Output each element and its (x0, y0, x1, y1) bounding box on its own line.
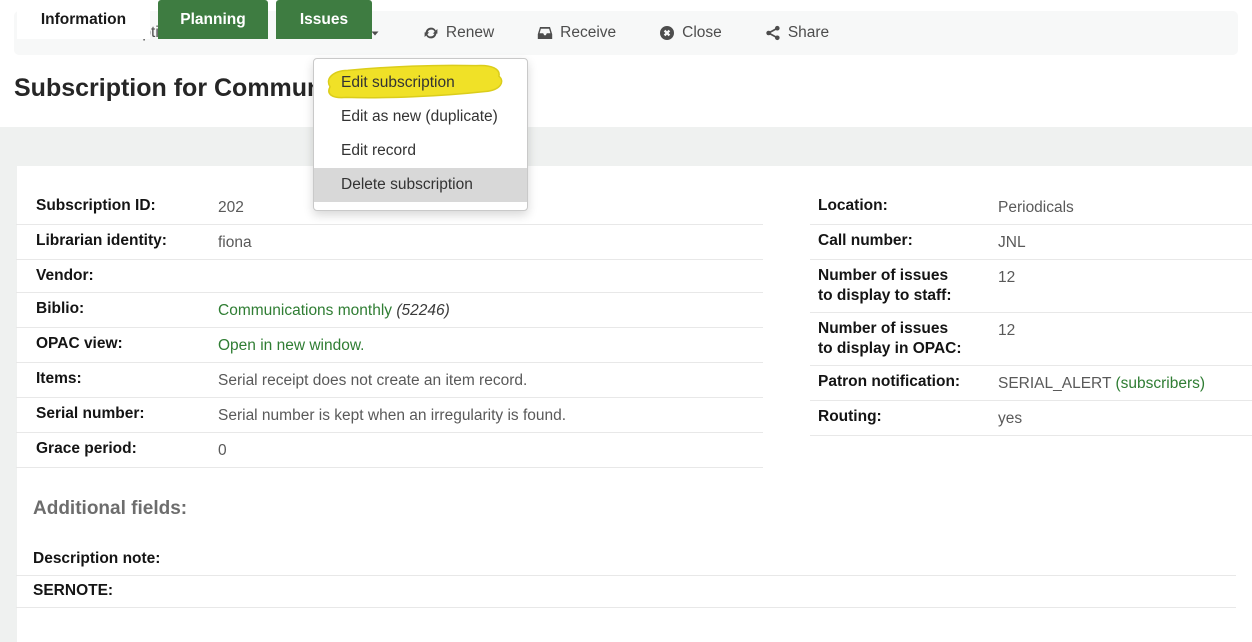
renew-button[interactable]: Renew (423, 24, 494, 42)
row-call-number: Call number: JNL (810, 225, 1252, 260)
row-opac-view: OPAC view: Open in new window. (16, 328, 763, 363)
tab-information[interactable]: Information (17, 0, 150, 39)
row-vendor: Vendor: (16, 260, 763, 293)
field-value: 12 (998, 266, 1252, 288)
field-value: Communications monthly (52246) (218, 299, 763, 321)
row-librarian-identity: Librarian identity: fiona (16, 225, 763, 260)
field-label: Routing: (818, 407, 963, 427)
menu-item-edit-subscription[interactable]: Edit subscription (314, 66, 527, 100)
additional-fields-heading: Additional fields: (16, 498, 1236, 520)
renew-label: Renew (446, 24, 494, 42)
tab-planning-label: Planning (180, 11, 245, 29)
field-value: 12 (998, 319, 1252, 341)
tab-bar (0, 127, 1252, 166)
field-label: Serial number: (36, 404, 218, 424)
edit-dropdown-menu: Edit subscription Edit as new (duplicate… (313, 58, 528, 211)
field-label: Items: (36, 369, 218, 389)
field-value (218, 266, 763, 268)
row-grace-period: Grace period: 0 (16, 433, 763, 468)
subscription-details-left: Subscription ID: 202 Librarian identity:… (16, 190, 763, 468)
opac-view-link[interactable]: Open in new window. (218, 337, 364, 354)
biblio-link[interactable]: Communications monthly (218, 302, 392, 319)
field-label: Biblio: (36, 299, 218, 319)
menu-item-label: Edit as new (duplicate) (341, 108, 498, 125)
tab-issues-label: Issues (300, 11, 348, 29)
field-value: Serial number is kept when an irregulari… (218, 404, 763, 426)
times-circle-icon (659, 25, 675, 41)
share-icon (765, 25, 781, 41)
field-label: Grace period: (36, 439, 218, 459)
field-label: Number of issues to display in OPAC: (818, 319, 963, 359)
receive-label: Receive (560, 24, 616, 42)
field-value: Periodicals (998, 196, 1252, 218)
receive-button[interactable]: Receive (537, 24, 616, 42)
share-label: Share (788, 24, 829, 42)
field-label: Vendor: (36, 266, 218, 286)
field-label: Patron notification: (818, 372, 963, 392)
row-issues-opac: Number of issues to display in OPAC: 12 (810, 313, 1252, 366)
subscribers-link[interactable]: (subscribers) (1115, 375, 1205, 392)
row-items: Items: Serial receipt does not create an… (16, 363, 763, 398)
tab-information-label: Information (41, 11, 126, 29)
notification-code: SERIAL_ALERT (998, 375, 1115, 392)
field-value: JNL (998, 231, 1252, 253)
row-patron-notification: Patron notification: SERIAL_ALERT (subsc… (810, 366, 1252, 401)
page-background-strip (0, 127, 17, 642)
field-label: Librarian identity: (36, 231, 218, 251)
field-label: Location: (818, 196, 963, 216)
menu-item-label: Delete subscription (341, 176, 473, 193)
field-value: fiona (218, 231, 763, 253)
menu-item-label: Edit record (341, 142, 416, 159)
row-description-note: Description note: (16, 544, 1236, 576)
field-value: 0 (218, 439, 763, 461)
tab-planning[interactable]: Planning (158, 0, 268, 39)
row-routing: Routing: yes (810, 401, 1252, 436)
share-button[interactable]: Share (765, 24, 829, 42)
refresh-icon (423, 25, 439, 41)
field-label: Call number: (818, 231, 963, 251)
menu-item-label: Edit subscription (341, 74, 455, 91)
close-label: Close (682, 24, 722, 42)
field-value: Open in new window. (218, 334, 763, 356)
row-sernote: SERNOTE: (16, 576, 1236, 608)
menu-item-edit-as-new[interactable]: Edit as new (duplicate) (314, 100, 527, 134)
menu-item-edit-record[interactable]: Edit record (314, 134, 527, 168)
inbox-icon (537, 25, 553, 41)
row-location: Location: Periodicals (810, 190, 1252, 225)
field-label: Number of issues to display to staff: (818, 266, 963, 306)
field-value: SERIAL_ALERT (subscribers) (998, 372, 1252, 394)
close-button[interactable]: Close (659, 24, 722, 42)
field-label: Subscription ID: (36, 196, 218, 216)
subscription-details-right: Location: Periodicals Call number: JNL N… (810, 190, 1252, 436)
biblio-number: (52246) (392, 302, 450, 319)
field-label: OPAC view: (36, 334, 218, 354)
row-issues-staff: Number of issues to display to staff: 12 (810, 260, 1252, 313)
field-value: Serial receipt does not create an item r… (218, 369, 763, 391)
menu-item-delete-subscription[interactable]: Delete subscription (314, 168, 527, 202)
tab-issues[interactable]: Issues (276, 0, 372, 39)
field-value: yes (998, 407, 1252, 429)
row-serial-number: Serial number: Serial number is kept whe… (16, 398, 763, 433)
additional-fields-section: Additional fields: Description note: SER… (16, 498, 1236, 608)
row-biblio: Biblio: Communications monthly (52246) (16, 293, 763, 328)
